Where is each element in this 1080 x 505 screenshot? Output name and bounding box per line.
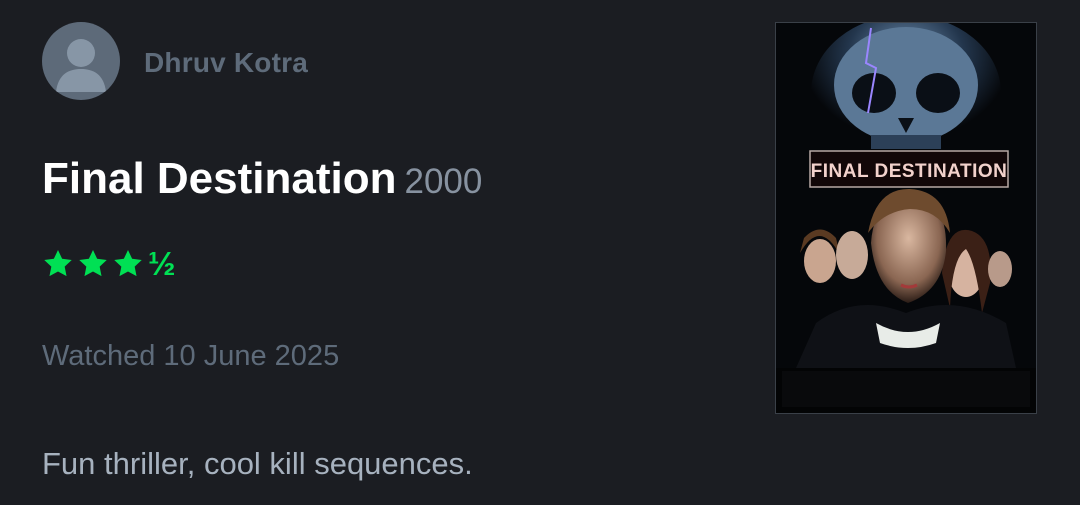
film-year[interactable]: 2000 <box>404 162 482 201</box>
star-rating: ½ <box>42 244 176 282</box>
half-star-glyph: ½ <box>148 244 176 282</box>
star-icon <box>44 250 72 277</box>
film-poster[interactable]: FINAL DESTINATION <box>775 22 1037 414</box>
star-icon <box>79 250 107 277</box>
watched-date: Watched 10 June 2025 <box>42 340 340 372</box>
person-icon <box>56 39 106 92</box>
username[interactable]: Dhruv Kotra <box>144 47 308 79</box>
review-text: Fun thriller, cool kill sequences. <box>42 446 473 481</box>
star-icon <box>114 250 142 277</box>
film-title[interactable]: Final Destination <box>42 154 396 203</box>
user-avatar[interactable] <box>42 22 120 100</box>
poster-image: FINAL DESTINATION <box>776 23 1036 413</box>
film-title-row: Final Destination 2000 <box>42 154 482 204</box>
poster-title-text: FINAL DESTINATION <box>811 161 1008 182</box>
